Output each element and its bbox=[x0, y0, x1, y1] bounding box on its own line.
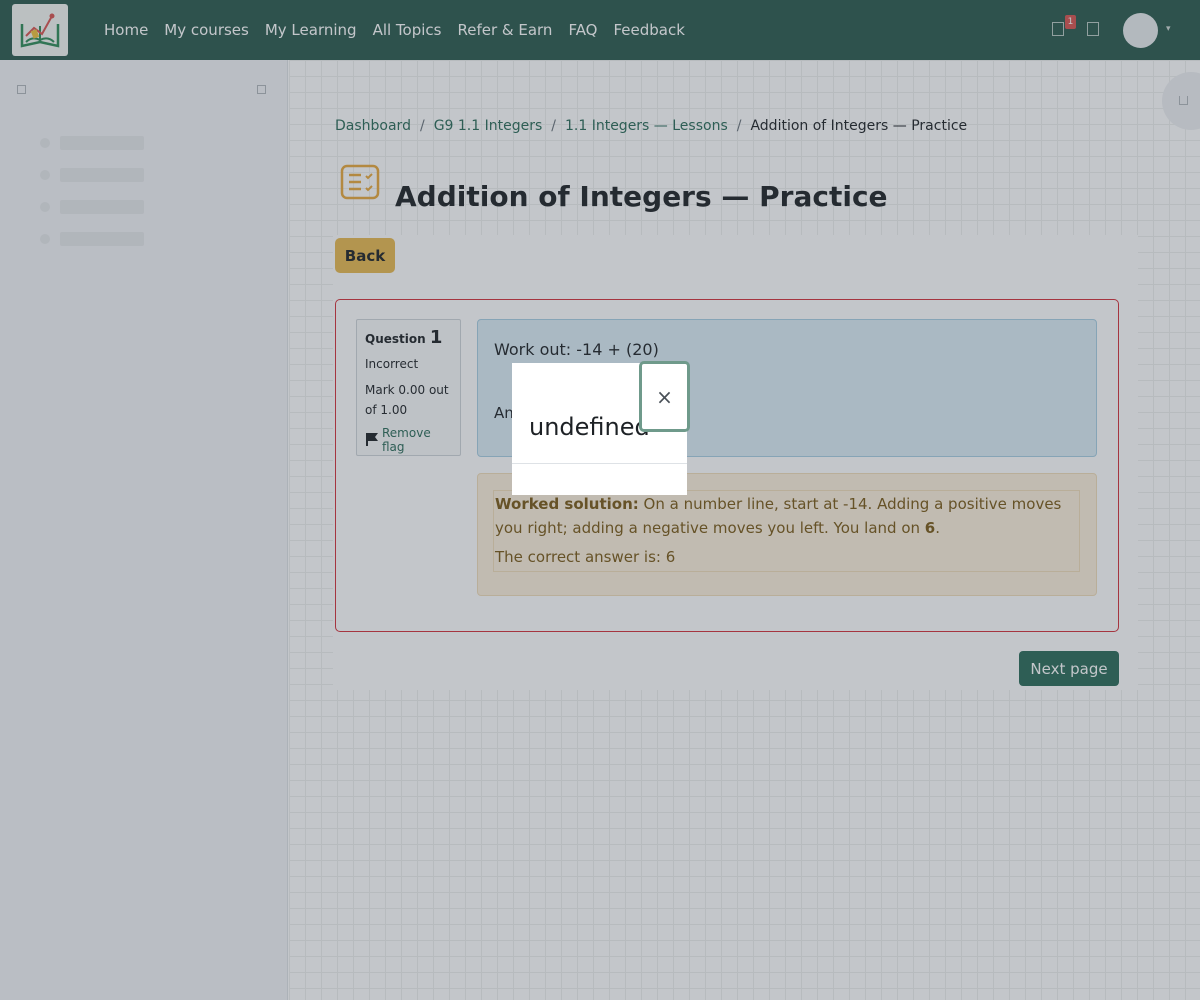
modal-backdrop[interactable] bbox=[0, 0, 1200, 1000]
modal-body-text: undefined bbox=[529, 413, 650, 441]
close-icon[interactable]: × bbox=[639, 361, 690, 432]
modal-footer-divider bbox=[512, 463, 687, 464]
